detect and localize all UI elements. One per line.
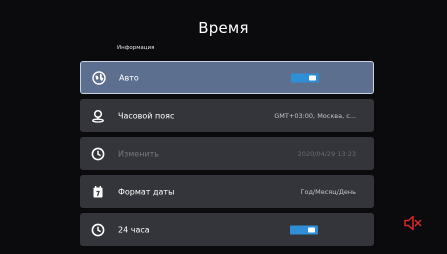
toggle-knob [308,227,315,232]
date-format-value: Год/Месяц/День [300,187,357,196]
24-hour-toggle[interactable] [290,225,318,234]
auto-time-row[interactable]: Авто [80,61,374,94]
page-title: Время [198,19,249,37]
auto-time-toggle[interactable] [291,73,319,82]
location-pin-icon [91,109,105,123]
time-zone-label: Часовой пояс [118,111,175,120]
time-zone-row[interactable]: Часовой пояс GMT+03:00, Москва, с... [80,99,374,132]
calendar-icon [91,185,105,199]
auto-time-label: Авто [119,73,139,82]
time-zone-value: GMT+03:00, Москва, с... [274,111,356,120]
clock-24-icon [91,223,105,237]
change-time-row: Изменить 2020/04/29 13:23 [80,137,374,170]
globe-icon [92,70,106,85]
current-datetime-value: 2020/04/29 13:23 [297,149,356,158]
speaker-muted-icon [402,212,424,234]
change-time-label: Изменить [118,149,159,158]
toggle-knob [309,75,316,80]
date-format-row[interactable]: Формат даты Год/Месяц/День [80,175,374,208]
24-hour-label: 24 часа [118,225,150,234]
date-format-label: Формат даты [118,187,175,196]
clock-icon [91,147,105,161]
section-label: Информация [117,45,155,51]
time-settings-screen: Время Информация Авто Часовой пояс GMT+0… [0,0,447,254]
24-hour-row[interactable]: 24 часа [80,213,374,246]
